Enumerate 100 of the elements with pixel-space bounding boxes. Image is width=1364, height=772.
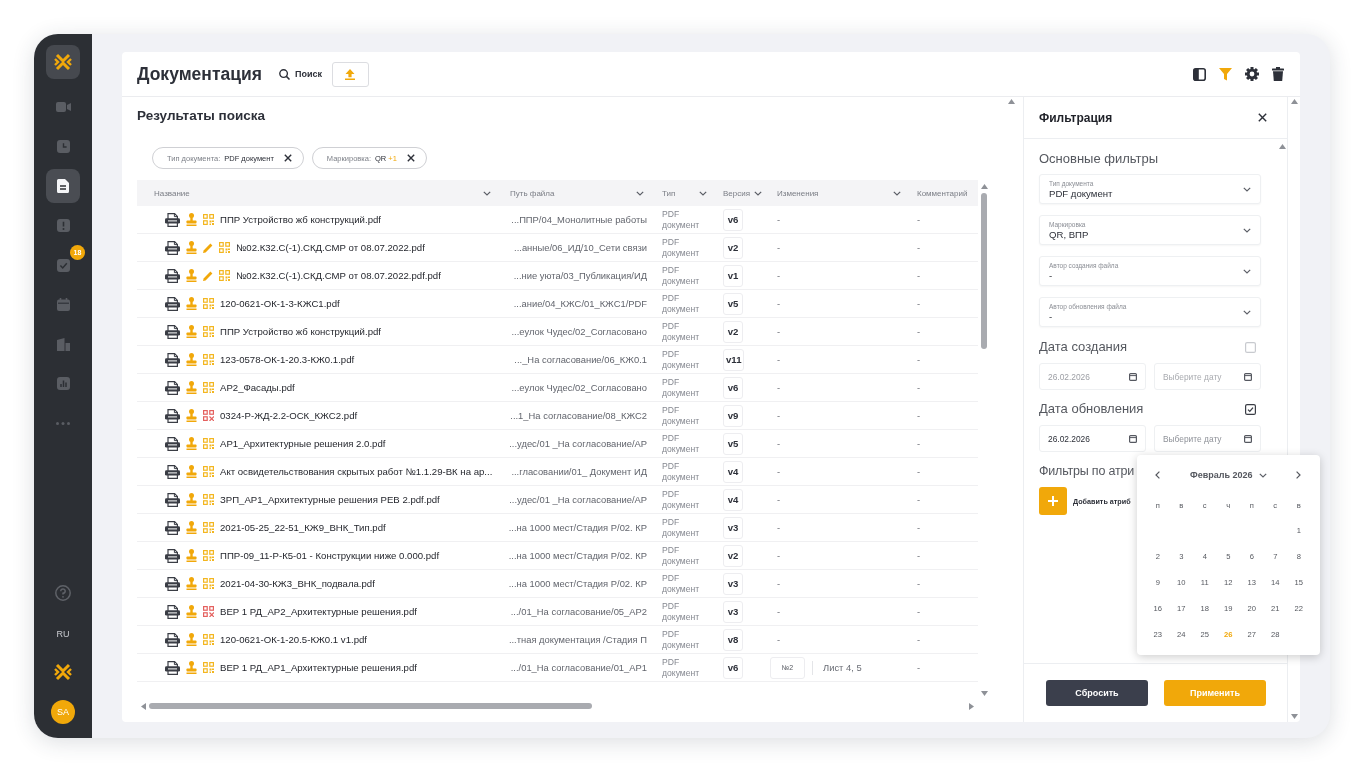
calendar-icon[interactable] [1244,434,1252,443]
search-button[interactable]: Поиск [278,68,322,80]
column-header[interactable]: Версия [715,180,768,206]
chevron-left-icon[interactable] [1155,471,1161,479]
column-header[interactable]: Путь файла [500,180,655,206]
file-name[interactable]: ЗРП_АР1_Архитектурные решения РЕВ 2.pdf.pdf [220,494,440,505]
file-type: PDF документ [662,292,701,315]
file-type: PDF документ [662,264,701,287]
file-type: PDF документ [662,572,701,595]
column-header[interactable]: Название [137,180,500,206]
file-name[interactable]: 2021-05-25_22-51_КЖ9_ВНК_Тип.pdf [220,522,386,533]
chevron-right-icon[interactable] [1296,471,1302,479]
column-header[interactable]: Изменения [768,180,908,206]
logo-icon[interactable] [52,661,74,683]
search-icon [278,68,290,80]
file-name[interactable]: 2021-04-30-КЖ3_ВНК_подвала.pdf [220,578,375,589]
changes-text: - [777,242,781,253]
date-field[interactable]: 26.02.2026 [1039,425,1146,452]
trash-icon[interactable] [1272,67,1284,81]
file-name[interactable]: №02.К32.С(-1).СКД.СМР от 08.07.2022.pdf [236,242,425,253]
file-type: PDF документ [662,600,701,623]
file-name[interactable]: ВЕР 1 РД_АР1_Архитектурные решения.pdf [220,662,417,673]
file-type: PDF документ [662,628,701,651]
stamp-icon [186,381,197,394]
file-name[interactable]: ППР-09_11-Р-К5-01 - Конструкции ниже 0.000.pdf [220,550,440,561]
scroll-up-icon[interactable] [980,184,988,189]
stamp-icon [186,325,197,338]
comment-text: - [917,578,921,589]
version-tag: v2 [723,320,743,343]
chevron-down-icon [636,190,644,196]
scroll-left-icon[interactable] [141,702,146,710]
close-icon[interactable] [283,154,292,162]
file-name[interactable]: 120-0621-ОК-1-3-КЖС1.pdf [220,298,340,309]
version-tag: v6 [723,208,743,231]
calendar-icon[interactable] [1129,434,1137,443]
version-tag: v9 [723,404,743,427]
settings-icon[interactable] [1245,67,1259,81]
filter-icon[interactable] [1219,67,1232,81]
file-icon [165,436,180,451]
file-icon [165,632,180,647]
chevron-down-icon [1243,227,1251,233]
file-type: PDF документ [662,460,701,483]
add-button[interactable] [1039,487,1067,515]
version-tag: v4 [723,460,743,483]
close-icon[interactable] [1258,113,1267,122]
scroll-right-icon[interactable] [969,702,974,710]
changes-text: - [777,214,781,225]
scroll-up-icon[interactable] [1278,144,1286,149]
file-icon [165,660,180,675]
logo-icon[interactable] [46,45,80,79]
file-name[interactable]: 0324-Р-ЖД-2.2-ОСК_КЖС2.pdf [220,410,358,421]
column-header[interactable]: Комментарий [908,180,978,206]
help-icon[interactable] [55,585,71,601]
building-icon [56,337,70,351]
file-path: ...еулок Чудес/02_Согласовано [511,382,647,393]
file-icon [165,604,180,619]
file-type: PDF документ [662,208,701,231]
changes-text: - [777,606,781,617]
scroll-down-icon[interactable] [980,691,988,696]
file-path: ...тная документация /Стадия П [508,634,647,645]
comment-text: - [917,298,921,309]
file-name[interactable]: ВЕР 1 РД_АР2_Архитектурные решения.pdf [220,606,417,617]
file-name[interactable]: 123-0578-ОК-1-20.3-КЖ0.1.pdf [220,354,355,365]
file-icon [165,576,180,591]
scroll-up-icon[interactable] [1290,99,1298,104]
file-name[interactable]: 120-0621-ОК-1-20.5-КЖ0.1 v1.pdf [220,634,367,645]
checkbox[interactable] [1245,403,1256,415]
comment-text: - [917,354,921,365]
file-name[interactable]: АР1_Архитектурные решения 2.0.pdf [220,438,386,449]
scrollbar-thumb[interactable] [981,193,987,349]
bar-chart-icon [56,377,70,390]
comment-text: - [917,466,921,477]
file-icon [165,352,180,367]
file-name[interactable]: Акт освидетельствования скрытых работ №1.1.29-ВК на ар... [220,466,493,477]
file-name[interactable]: ППР Устройство жб конструкций.pdf [220,326,381,337]
calendar-icon[interactable] [1129,372,1137,381]
stamp-icon [186,549,197,562]
close-icon[interactable] [406,154,415,162]
column-header[interactable]: Тип [655,180,715,206]
secondary-button[interactable]: Сбросить [1046,680,1148,706]
file-name[interactable]: №02.К32.С(-1).СКД.СМР от 08.07.2022.pdf.pdf [236,270,441,281]
file-path: .../01_На согласование/01_АР1 [510,662,647,673]
stamp-icon [186,465,197,478]
nav-button[interactable] [46,169,80,203]
month-select[interactable]: Февраль 2026 [1190,470,1267,480]
panel-layout-icon[interactable] [1193,67,1206,81]
comment-text: - [917,382,921,393]
stamp-icon [186,633,197,646]
stamp-icon [186,437,197,450]
file-name[interactable]: АР2_Фасады.pdf [220,382,295,393]
file-path: ...анные/06_ИД/10_Сети связи [514,242,647,253]
changes-text: - [777,326,781,337]
scroll-down-icon[interactable] [1290,714,1298,719]
scroll-up-icon[interactable] [1008,99,1015,104]
upload-button[interactable] [331,61,369,87]
scrollbar-thumb[interactable] [149,703,592,709]
changes-text: - [777,522,781,533]
comment-text: - [917,214,921,225]
calendar-icon[interactable] [1244,372,1252,381]
file-name[interactable]: ППР Устройство жб конструкций.pdf [220,214,381,225]
